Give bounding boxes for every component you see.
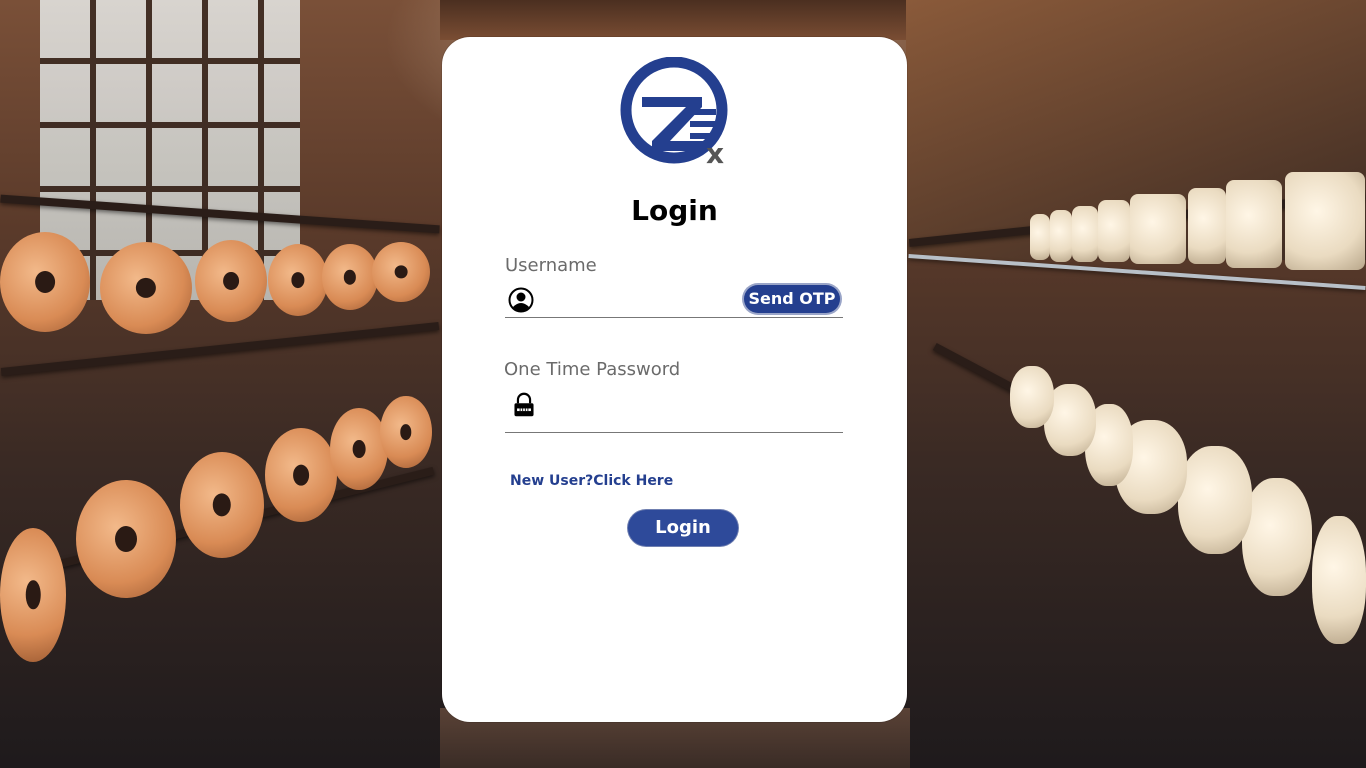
spool bbox=[1312, 516, 1366, 644]
page-title: Login bbox=[631, 194, 718, 227]
spool bbox=[1242, 478, 1312, 596]
send-otp-button[interactable]: Send OTP bbox=[744, 285, 840, 313]
user-circle-icon bbox=[508, 287, 534, 313]
spool bbox=[380, 396, 432, 468]
ceiling bbox=[440, 0, 910, 40]
spool bbox=[180, 452, 264, 558]
otp-input[interactable] bbox=[542, 397, 836, 423]
spool bbox=[1130, 194, 1186, 264]
spool bbox=[1098, 200, 1130, 262]
login-button[interactable]: Login bbox=[628, 510, 738, 546]
company-logo: x bbox=[620, 57, 728, 170]
username-underline bbox=[505, 317, 843, 318]
spool bbox=[0, 528, 66, 662]
spool bbox=[0, 232, 90, 332]
spool bbox=[1178, 446, 1252, 554]
spool bbox=[1072, 206, 1098, 262]
lock-icon bbox=[514, 392, 534, 417]
spool bbox=[76, 480, 176, 598]
spool bbox=[1188, 188, 1226, 264]
username-label: Username bbox=[505, 255, 597, 276]
username-input[interactable] bbox=[542, 288, 736, 314]
left-rail bbox=[0, 322, 440, 376]
login-card: x Login Username Send OTP One Time Passw… bbox=[442, 37, 907, 722]
otp-label: One Time Password bbox=[504, 359, 681, 380]
spool bbox=[1010, 366, 1054, 428]
spool bbox=[195, 240, 267, 322]
new-user-link[interactable]: New User?Click Here bbox=[510, 473, 673, 489]
spool bbox=[100, 242, 192, 334]
spool bbox=[330, 408, 388, 490]
spool bbox=[372, 242, 430, 302]
spool bbox=[1050, 210, 1072, 262]
spool bbox=[265, 428, 337, 522]
spool bbox=[322, 244, 378, 310]
spool bbox=[268, 244, 328, 316]
otp-underline bbox=[505, 432, 843, 433]
spool bbox=[1226, 180, 1282, 268]
svg-text:x: x bbox=[706, 137, 724, 170]
spool bbox=[1030, 214, 1050, 260]
spool bbox=[1285, 172, 1365, 270]
